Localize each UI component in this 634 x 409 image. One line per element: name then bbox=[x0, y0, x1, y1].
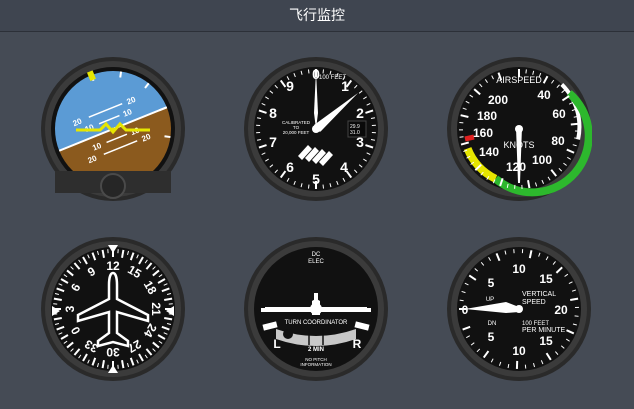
heading-tick bbox=[101, 360, 105, 369]
power-label: ELEC bbox=[308, 259, 324, 265]
vsi-up-label: UP bbox=[486, 297, 494, 303]
heading-card-label: 3 bbox=[63, 305, 77, 312]
page-title: 飞行监控 bbox=[289, 7, 345, 23]
airspeed-title: AIRSPEED bbox=[496, 75, 542, 85]
turn-right-label: R bbox=[353, 337, 362, 351]
heading-tick bbox=[164, 317, 173, 321]
airspeed-number: 140 bbox=[479, 145, 499, 159]
altimeter-number: 2 bbox=[356, 105, 364, 121]
vsi-number: 0 bbox=[462, 303, 469, 317]
adjust-knob[interactable] bbox=[100, 173, 126, 199]
airspeed-number: 80 bbox=[551, 134, 565, 148]
heading-tick bbox=[53, 297, 62, 301]
power-label: DC bbox=[312, 252, 321, 258]
vsi-number: 5 bbox=[488, 330, 495, 344]
heading-tick bbox=[121, 249, 125, 258]
altimeter-tick bbox=[322, 184, 325, 189]
vertical-speed-indicator: 0 5 10 15 20 5 10 15 UP DN VERTICAL SPEE… bbox=[447, 237, 591, 381]
vsi-number: 5 bbox=[488, 276, 495, 290]
altimeter: 0 1 2 3 4 5 6 7 8 9 100 FEET CALIBRATED … bbox=[244, 57, 388, 201]
vsi-number: 15 bbox=[539, 272, 553, 286]
altimeter-calibration-label: 20,000 FEET bbox=[283, 130, 310, 135]
vsi-number: 10 bbox=[512, 344, 526, 358]
heading-indicator: 0369 12 15182124273033 bbox=[41, 237, 185, 381]
heading-tick bbox=[121, 360, 125, 369]
airspeed-tick bbox=[570, 122, 579, 126]
heading-card-label: 30 bbox=[106, 345, 120, 359]
altimeter-number: 6 bbox=[286, 159, 294, 175]
turn-time-label: 2 MIN bbox=[308, 347, 324, 353]
airspeed-tick bbox=[574, 137, 579, 140]
vsi-label: VERTICAL bbox=[522, 291, 556, 298]
altimeter-number: 4 bbox=[340, 159, 348, 175]
vsi-label: PER MINUTE bbox=[522, 327, 566, 334]
altimeter-unit-label: 100 FEET bbox=[319, 75, 346, 81]
vsi-tick bbox=[570, 297, 579, 301]
attitude-indicator: 20 10 10 20 20 10 10 20 bbox=[41, 57, 185, 201]
airspeed-number: 120 bbox=[506, 160, 526, 174]
airspeed-number: 180 bbox=[477, 109, 497, 123]
airspeed-indicator: AIRSPEED KNOTS 40 60 80 100 120 140 160 … bbox=[447, 57, 592, 201]
altimeter-number: 7 bbox=[269, 134, 277, 150]
vsi-label: SPEED bbox=[522, 299, 546, 306]
heading-card-label: 21 bbox=[149, 302, 163, 316]
airspeed-number: 100 bbox=[532, 153, 552, 167]
vsi-down-label: DN bbox=[488, 321, 497, 327]
altimeter-tick bbox=[307, 69, 310, 74]
airspeed-tick bbox=[527, 180, 531, 189]
vsi-number: 15 bbox=[539, 334, 553, 348]
turn-left-label: L bbox=[273, 337, 280, 351]
airspeed-number: 160 bbox=[473, 126, 493, 140]
altimeter-number: 9 bbox=[286, 78, 294, 94]
heading-tick bbox=[164, 297, 173, 301]
kollsman-value: 31.0 bbox=[350, 130, 360, 136]
heading-card-label: 12 bbox=[106, 259, 120, 273]
title-bar: 飞行监控 bbox=[0, 0, 634, 32]
airspeed-number: 40 bbox=[537, 88, 551, 102]
inclinometer-ball bbox=[283, 329, 293, 339]
vsi-tick bbox=[459, 299, 464, 302]
altimeter-tick bbox=[322, 69, 325, 74]
turn-coordinator: DC ELEC TURN COORDINATOR L R 2 MIN NO PI… bbox=[244, 237, 388, 381]
vsi-number: 20 bbox=[554, 303, 568, 317]
heading-tick bbox=[101, 249, 105, 258]
airspeed-number: 60 bbox=[552, 107, 566, 121]
heading-tick bbox=[53, 317, 62, 321]
turn-coordinator-title: TURN COORDINATOR bbox=[285, 320, 348, 326]
vsi-number: 10 bbox=[512, 262, 526, 276]
pitch-disclaimer: INFORMATION bbox=[300, 362, 331, 367]
airspeed-number: 200 bbox=[488, 93, 508, 107]
altimeter-tick bbox=[307, 184, 310, 189]
altimeter-number: 8 bbox=[269, 105, 277, 121]
altimeter-number: 5 bbox=[312, 171, 320, 187]
airspeed-tick bbox=[459, 136, 464, 138]
